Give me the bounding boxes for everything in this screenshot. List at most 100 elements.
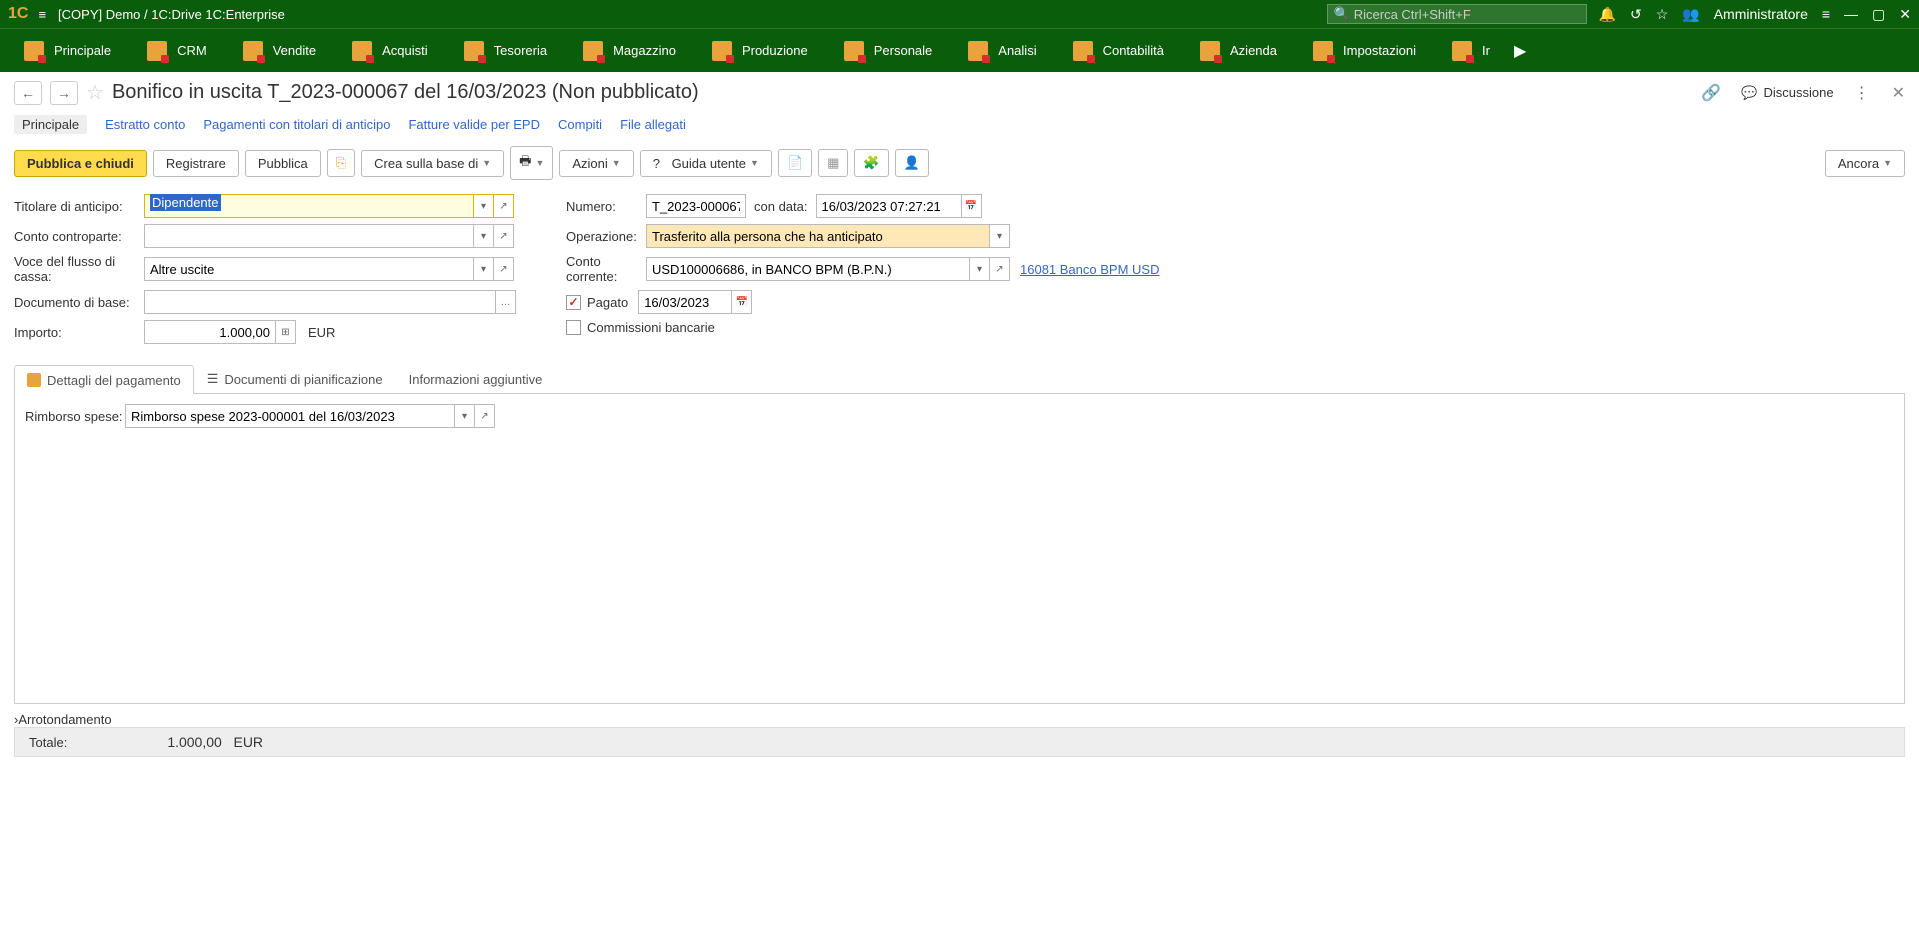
close-window-icon[interactable]: ✕ bbox=[1899, 6, 1911, 23]
user-icon[interactable]: 👥 bbox=[1682, 6, 1699, 23]
discussion-button[interactable]: 💬 Discussione bbox=[1741, 85, 1833, 101]
user-guide-button[interactable]: ? Guida utente▼ bbox=[640, 150, 772, 177]
pagato-label: Pagato bbox=[587, 295, 628, 310]
nav-crm[interactable]: CRM bbox=[129, 29, 225, 72]
publish-and-close-button[interactable]: Pubblica e chiudi bbox=[14, 150, 147, 177]
nav-back-button[interactable]: ← bbox=[14, 81, 42, 105]
nav-vendite[interactable]: Vendite bbox=[225, 29, 334, 72]
dropdown-icon[interactable]: ▾ bbox=[474, 194, 494, 218]
link-icon[interactable]: 🔗 bbox=[1701, 83, 1721, 103]
calculator-icon[interactable]: ⊞ bbox=[276, 320, 296, 344]
pagato-date-input[interactable] bbox=[638, 290, 732, 314]
dropdown-icon[interactable]: ▾ bbox=[990, 224, 1010, 248]
con-data-input[interactable] bbox=[816, 194, 962, 218]
dropdown-icon[interactable]: ▾ bbox=[455, 404, 475, 428]
nav-ir-icon bbox=[1452, 41, 1472, 61]
admin-label[interactable]: Amministratore bbox=[1714, 6, 1808, 22]
nav-impostazioni[interactable]: Impostazioni bbox=[1295, 29, 1434, 72]
favorite-star-icon[interactable]: ☆ bbox=[86, 80, 104, 105]
actions-button[interactable]: Azioni▼ bbox=[559, 150, 633, 177]
nav-produzione[interactable]: Produzione bbox=[694, 29, 826, 72]
numero-input[interactable] bbox=[646, 194, 746, 218]
create-based-on-button[interactable]: Crea sulla base di ▼ bbox=[361, 150, 504, 177]
nav-forward-button[interactable]: → bbox=[50, 81, 78, 105]
dropdown-icon[interactable]: ▾ bbox=[474, 224, 494, 248]
register-button[interactable]: Registrare bbox=[153, 150, 239, 177]
conto-link[interactable]: 16081 Banco BPM USD bbox=[1020, 262, 1159, 277]
calendar-icon[interactable]: 📅 bbox=[732, 290, 752, 314]
calendar-icon[interactable]: 📅 bbox=[962, 194, 982, 218]
pagato-checkbox-row: ✓ Pagato bbox=[566, 295, 628, 310]
conto-input-group: ▾ ↗ bbox=[646, 257, 1010, 281]
print-button[interactable]: 🖶▼ bbox=[510, 146, 553, 180]
nav-contabilita[interactable]: Contabilità bbox=[1055, 29, 1182, 72]
tab-compiti[interactable]: Compiti bbox=[558, 115, 602, 134]
caret-down-icon: ▼ bbox=[482, 158, 491, 168]
footer-row[interactable]: › Arrotondamento bbox=[14, 712, 1905, 727]
nav-tesoreria[interactable]: Tesoreria bbox=[446, 29, 565, 72]
tab-file-allegati[interactable]: File allegati bbox=[620, 115, 686, 134]
bell-icon[interactable]: 🔔 bbox=[1599, 6, 1616, 23]
minimize-icon[interactable]: — bbox=[1844, 6, 1858, 22]
tab-principale[interactable]: Principale bbox=[14, 115, 87, 134]
controparte-input[interactable] bbox=[144, 224, 474, 248]
star-icon[interactable]: ☆ bbox=[1656, 6, 1669, 23]
nav-label: Personale bbox=[874, 43, 933, 58]
open-icon[interactable]: ↗ bbox=[990, 257, 1010, 281]
tab-pagamenti-anticipo[interactable]: Pagamenti con titolari di anticipo bbox=[203, 115, 390, 134]
maximize-icon[interactable]: ▢ bbox=[1872, 6, 1885, 23]
dropdown-icon[interactable]: ▾ bbox=[474, 257, 494, 281]
nav-acquisti-icon bbox=[352, 41, 372, 61]
docbase-label: Documento di base: bbox=[14, 295, 144, 310]
question-icon: ? bbox=[653, 156, 660, 171]
nav-ir[interactable]: Ir bbox=[1434, 29, 1508, 72]
titolare-input[interactable]: Dipendente bbox=[144, 194, 474, 218]
puzzle-button[interactable]: 🧩 bbox=[854, 149, 888, 177]
totale-currency: EUR bbox=[233, 734, 263, 750]
btn-label: Crea sulla base di bbox=[374, 156, 478, 171]
pagato-checkbox[interactable]: ✓ bbox=[566, 295, 581, 310]
close-document-icon[interactable]: ✕ bbox=[1892, 83, 1905, 103]
commissioni-checkbox[interactable] bbox=[566, 320, 581, 335]
more-menu-icon[interactable]: ⋮ bbox=[1854, 83, 1870, 103]
operazione-label: Operazione: bbox=[566, 229, 646, 244]
nav-principale[interactable]: Principale bbox=[6, 29, 129, 72]
open-icon[interactable]: ↗ bbox=[475, 404, 495, 428]
grid-button[interactable]: ▦ bbox=[818, 149, 848, 177]
open-icon[interactable]: ↗ bbox=[494, 224, 514, 248]
subtab-dettagli-pagamento[interactable]: Dettagli del pagamento bbox=[14, 365, 194, 394]
open-icon[interactable]: ↗ bbox=[494, 257, 514, 281]
dropdown-icon[interactable]: ▾ bbox=[970, 257, 990, 281]
history-icon[interactable]: ↺ bbox=[1630, 6, 1642, 23]
subtab-documenti-pianificazione[interactable]: ☰ Documenti di pianificazione bbox=[194, 364, 396, 393]
copy-icon: ⎘ bbox=[336, 155, 346, 171]
titolare-input-group: Dipendente ▾ ↗ bbox=[144, 194, 514, 218]
nav-magazzino[interactable]: Magazzino bbox=[565, 29, 694, 72]
flusso-input[interactable] bbox=[144, 257, 474, 281]
copy-button[interactable]: ⎘ bbox=[327, 149, 355, 177]
report-button[interactable]: 📄 bbox=[778, 149, 812, 177]
hamburger-icon[interactable]: ≡ bbox=[38, 7, 46, 22]
conto-input[interactable] bbox=[646, 257, 970, 281]
tab-estratto-conto[interactable]: Estratto conto bbox=[105, 115, 185, 134]
nav-analisi[interactable]: Analisi bbox=[950, 29, 1054, 72]
subtab-informazioni-aggiuntive[interactable]: Informazioni aggiuntive bbox=[396, 364, 556, 393]
rimborso-input[interactable] bbox=[125, 404, 455, 428]
global-search[interactable]: 🔍 Ricerca Ctrl+Shift+F bbox=[1327, 4, 1587, 24]
flusso-label: Voce del flusso di cassa: bbox=[14, 254, 144, 284]
nav-scroll-right-icon[interactable]: ▶ bbox=[1508, 41, 1532, 61]
docbase-input[interactable] bbox=[144, 290, 496, 314]
open-icon[interactable]: ↗ bbox=[494, 194, 514, 218]
nav-personale[interactable]: Personale bbox=[826, 29, 951, 72]
settings-bars-icon[interactable]: ≡ bbox=[1822, 6, 1830, 22]
ellipsis-icon[interactable]: … bbox=[496, 290, 516, 314]
person-button[interactable]: 👤 bbox=[895, 149, 929, 177]
nav-acquisti[interactable]: Acquisti bbox=[334, 29, 446, 72]
importo-input[interactable] bbox=[144, 320, 276, 344]
more-button[interactable]: Ancora▼ bbox=[1825, 150, 1905, 177]
discussion-label: Discussione bbox=[1764, 85, 1834, 100]
nav-azienda[interactable]: Azienda bbox=[1182, 29, 1295, 72]
tab-fatture-epd[interactable]: Fatture valide per EPD bbox=[408, 115, 540, 134]
operazione-input[interactable] bbox=[646, 224, 990, 248]
publish-button[interactable]: Pubblica bbox=[245, 150, 321, 177]
